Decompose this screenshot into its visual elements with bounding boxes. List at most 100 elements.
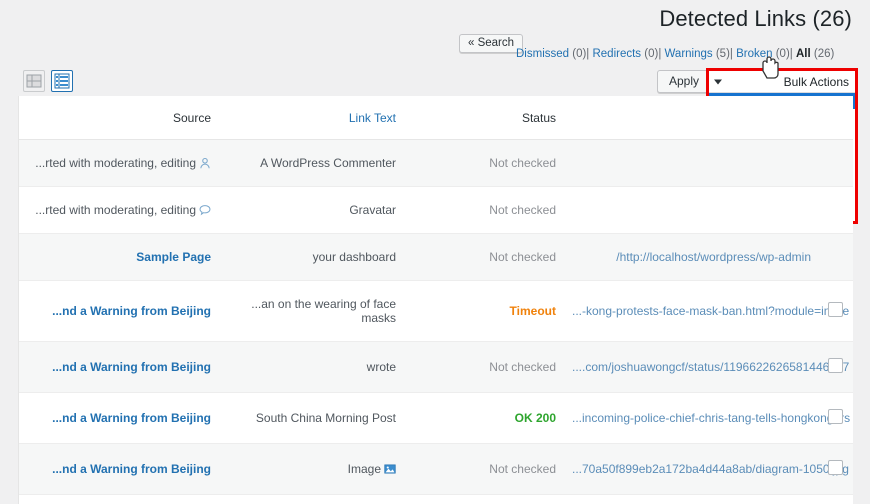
- page-title: Detected Links (26): [659, 6, 852, 31]
- cell-link-text: Image: [219, 443, 404, 495]
- url-link[interactable]: ....com/joshuawongcf/status/119662262658…: [572, 360, 849, 374]
- cell-link-text: ...an on the wearing of face masks: [219, 280, 404, 342]
- url-link[interactable]: ...incoming-police-chief-chris-tang-tell…: [572, 411, 850, 425]
- status-badge: Not checked: [489, 203, 556, 217]
- table-row: ...rted with moderating, editing A WordPr…: [19, 139, 853, 187]
- links-table-head: Source Link Text Status: [19, 96, 853, 140]
- cell-link-text: Image: [219, 494, 404, 504]
- apply-button[interactable]: Apply: [657, 70, 712, 93]
- cell-source: Sample Page: [19, 233, 219, 281]
- source-link: ...rted with moderating, editing: [35, 203, 196, 217]
- source-link[interactable]: ...nd a Warning from Beijing: [52, 360, 211, 374]
- filter-count: (0): [569, 48, 587, 60]
- table-row: ...rted with moderating, editing Gravatar…: [19, 186, 853, 234]
- links-table: Source Link Text Status ...rted with moder…: [19, 96, 853, 504]
- search-toggle-button[interactable]: « Search: [459, 34, 524, 53]
- bulk-actions-selected-label: Bulk Actions: [783, 74, 849, 89]
- cell-status: Not checked: [404, 139, 564, 187]
- cell-status: OK 200: [404, 392, 564, 444]
- view-mode-switch: [23, 70, 73, 92]
- status-badge: Not checked: [489, 360, 556, 374]
- filter-links: Dismissed (0)| Redirects (0)| Warnings (…: [516, 48, 834, 60]
- cell-link-text: your dashboard: [219, 233, 404, 281]
- source-link[interactable]: Sample Page: [136, 250, 211, 264]
- cell-checkbox: [819, 494, 853, 504]
- row-checkbox[interactable]: [827, 358, 843, 373]
- column-header-url: [564, 96, 819, 140]
- link-text-value: Gravatar: [349, 203, 396, 217]
- row-checkbox[interactable]: [827, 302, 843, 317]
- page-root: Detected Links (26) « Search Dismissed (…: [0, 0, 870, 504]
- cell-url: ...incoming-police-chief-chris-tang-tell…: [564, 392, 850, 444]
- cell-source: ...nd a Warning from Beijing: [19, 443, 219, 495]
- user-icon: [196, 156, 211, 170]
- image-icon: [381, 462, 396, 476]
- cell-link-text: wrote: [219, 341, 404, 393]
- cell-status: Not checked: [404, 341, 564, 393]
- table-row: ...nd a Warning from BeijingImageTimeout…: [19, 494, 853, 504]
- source-link[interactable]: ...nd a Warning from Beijing: [52, 304, 211, 318]
- table-row: ...nd a Warning from Beijing ...an on the…: [19, 280, 853, 342]
- cell-source: ...nd a Warning from Beijing: [19, 341, 219, 393]
- filter-link-dismissed[interactable]: Dismissed: [516, 48, 569, 60]
- filter-link-warnings[interactable]: Warnings: [665, 48, 713, 60]
- bulk-actions-select[interactable]: Bulk Actions: [709, 71, 855, 93]
- row-checkbox[interactable]: [827, 409, 843, 424]
- cell-source: ...nd a Warning from Beijing: [19, 280, 219, 342]
- cell-checkbox: [819, 233, 853, 281]
- link-text-value: your dashboard: [312, 250, 396, 264]
- cell-url: ...70a50f899eb2a172ba4d44a8ab/diagram-10…: [564, 443, 849, 495]
- cell-source: ...nd a Warning from Beijing: [19, 392, 219, 444]
- column-header-link-text[interactable]: Link Text: [219, 96, 404, 140]
- link-text-value: ...an on the wearing of face masks: [251, 297, 396, 325]
- filter-link-redirects[interactable]: Redirects: [592, 48, 641, 60]
- cell-url: ....com/joshuawongcf/status/119662262658…: [564, 341, 849, 393]
- source-link[interactable]: ...nd a Warning from Beijing: [52, 462, 211, 476]
- link-text-value: wrote: [366, 360, 396, 374]
- table-row: ...nd a Warning from Beijing South China …: [19, 392, 853, 444]
- cell-link-text: A WordPress Commenter: [219, 139, 404, 187]
- status-badge: Timeout: [509, 304, 556, 318]
- link-text-value: A WordPress Commenter: [260, 156, 396, 170]
- link-text-value: South China Morning Post: [255, 411, 396, 425]
- cell-checkbox: [819, 186, 853, 234]
- mouse-cursor-pointer-icon: [762, 56, 779, 79]
- column-header-status: Status: [404, 96, 564, 140]
- table-row: ...nd a Warning from Beijing wrote Not che…: [19, 341, 853, 393]
- url-link[interactable]: ...70a50f899eb2a172ba4d44a8ab/diagram-10…: [572, 462, 849, 476]
- row-checkbox[interactable]: [827, 460, 843, 475]
- url-link[interactable]: ...-kong-protests-face-mask-ban.html?mod…: [572, 304, 849, 318]
- table-row: ...nd a Warning from Beijing Image Not che…: [19, 443, 853, 495]
- cell-source: ...rted with moderating, editing: [19, 139, 219, 187]
- status-badge: Not checked: [489, 462, 556, 476]
- cell-source: ...nd a Warning from Beijing: [19, 494, 219, 504]
- cell-url: [564, 139, 819, 187]
- cell-status: Not checked: [404, 186, 564, 234]
- chevron-down-icon: [714, 79, 722, 84]
- cell-status: Not checked: [404, 443, 564, 495]
- cell-url: ...970a50f899eb2a172ba4d44a8ab/diagram-6…: [564, 494, 819, 504]
- cell-link-text: South China Morning Post: [219, 392, 404, 444]
- cell-url: [564, 186, 819, 234]
- cell-status: Timeout: [404, 494, 564, 504]
- status-badge: Not checked: [489, 250, 556, 264]
- filter-link-all[interactable]: All: [796, 48, 811, 60]
- cell-url: /http://localhost/wordpress/wp-admin: [564, 233, 819, 281]
- cell-status: Not checked: [404, 233, 564, 281]
- url-link[interactable]: /http://localhost/wordpress/wp-admin: [616, 250, 811, 264]
- table-header-row: Source Link Text Status: [19, 96, 853, 140]
- comment-icon: [196, 203, 211, 217]
- links-table-container: Source Link Text Status ...rted with moder…: [18, 96, 853, 504]
- cell-status: Timeout: [404, 280, 564, 342]
- link-text-value: Image: [347, 462, 381, 476]
- filter-count: (5): [712, 48, 730, 60]
- excerpt-view-icon[interactable]: [23, 70, 45, 92]
- cell-url: ...-kong-protests-face-mask-ban.html?mod…: [564, 280, 849, 342]
- status-badge: OK 200: [514, 411, 556, 425]
- cell-link-text: Gravatar: [219, 186, 404, 234]
- cell-source: ...rted with moderating, editing: [19, 186, 219, 234]
- source-link: ...rted with moderating, editing: [35, 156, 196, 170]
- list-view-icon[interactable]: [51, 70, 73, 92]
- source-link[interactable]: ...nd a Warning from Beijing: [52, 411, 211, 425]
- links-table-body: ...rted with moderating, editing A WordPr…: [19, 139, 853, 504]
